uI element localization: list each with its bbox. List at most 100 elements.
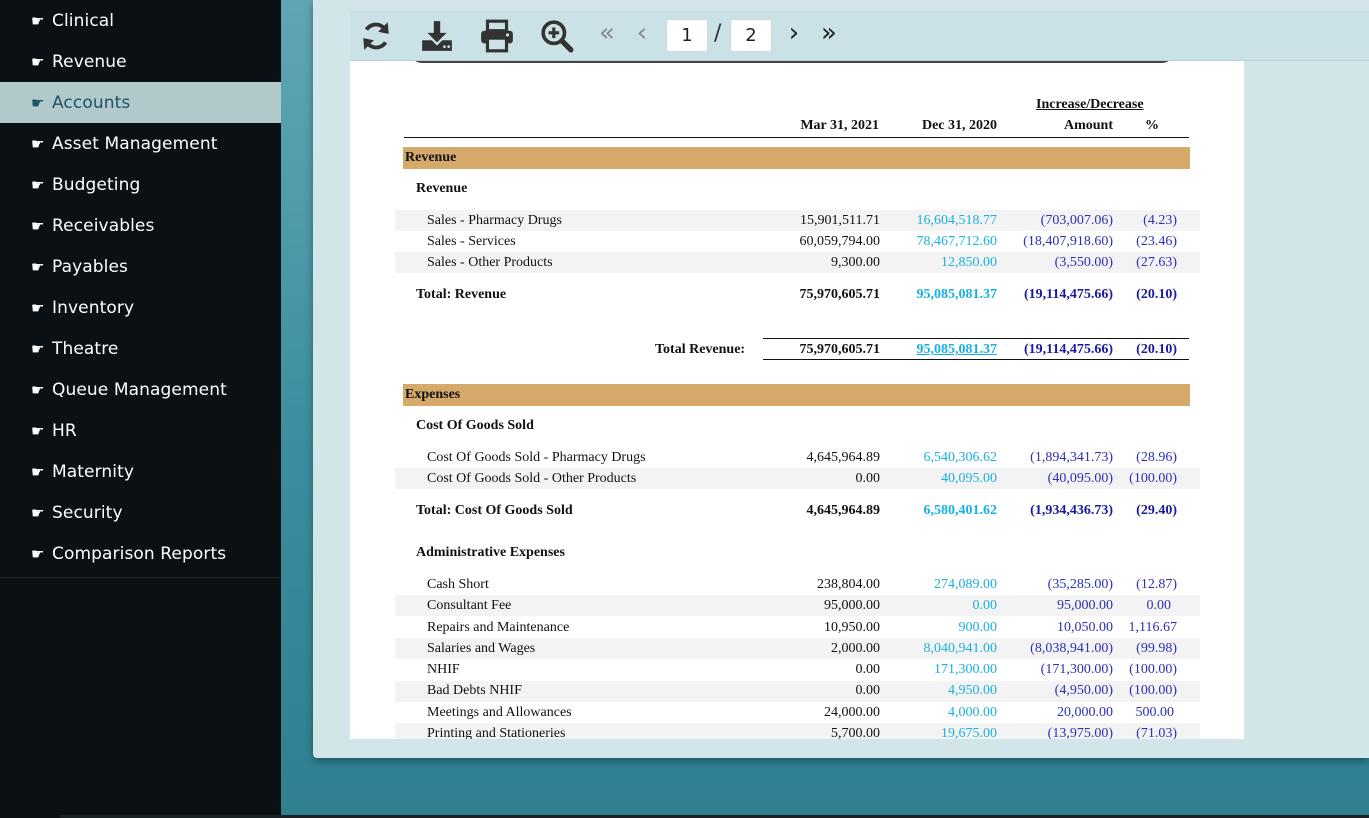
header-rule [404, 137, 1189, 138]
row-name: Sales - Services [427, 234, 516, 249]
row-value-dec: 12,850.00 [941, 255, 997, 270]
row-value-mar: 0.00 [855, 662, 881, 677]
section-band-revenue: Revenue [403, 147, 1190, 169]
sidebar-item-queue-management[interactable]: ☛ Queue Management [0, 369, 281, 410]
pointing-hand-icon: ☛ [31, 544, 45, 563]
pointing-hand-icon: ☛ [31, 257, 45, 276]
row-value-amount: (703,007.06) [1040, 213, 1113, 228]
page-top-border [410, 61, 1174, 63]
pointing-hand-icon: ☛ [31, 175, 45, 194]
row-value-amount: (18,407,918.60) [1023, 234, 1113, 249]
next-page-button[interactable]: › [774, 14, 814, 52]
row-value-amount: (4,950.00) [1054, 683, 1113, 698]
row-value-percent: (27.63) [1136, 255, 1177, 270]
report-page: Mar 31, 2021 Dec 31, 2020 Increase/Decre… [350, 61, 1244, 739]
row-value-mar: 238,804.00 [817, 577, 880, 592]
sidebar-item-budgeting[interactable]: ☛ Budgeting [0, 164, 281, 205]
current-page-input[interactable]: 1 [666, 19, 708, 52]
group-header-cogs: Cost Of Goods Sold [416, 418, 534, 433]
row-value-dec: 171,300.00 [934, 662, 997, 677]
sidebar-item-label: Maternity [52, 461, 135, 482]
previous-page-button[interactable]: ‹ [622, 14, 662, 52]
pointing-hand-icon: ☛ [31, 462, 45, 481]
pointing-hand-icon: ☛ [31, 216, 45, 235]
download-button[interactable] [417, 17, 457, 55]
row-name: Total Revenue: [655, 342, 746, 357]
sidebar-item-label: Security [52, 502, 123, 523]
sidebar-item-label: Receivables [52, 215, 155, 236]
row-value-percent: (28.96) [1136, 450, 1177, 465]
row-value-percent: 0.00 [1146, 598, 1172, 613]
row-value-dec: 8,040,941.00 [923, 641, 998, 656]
pointing-hand-icon: ☛ [31, 421, 45, 440]
sidebar-item-hr[interactable]: ☛ HR [0, 410, 281, 451]
row-value-dec: 4,000.00 [948, 705, 997, 720]
refresh-button[interactable] [356, 17, 396, 55]
grand-total-rule-bottom [763, 359, 1189, 360]
row-value-percent: (29.40) [1136, 503, 1177, 518]
row-value-amount: 20,000.00 [1057, 705, 1113, 720]
chevron-left-icon: ‹ [636, 18, 648, 48]
row-value-mar: 10,950.00 [824, 620, 880, 635]
zoom-in-icon [541, 20, 574, 53]
refresh-icon [363, 22, 389, 50]
row-value-mar: 0.00 [855, 471, 881, 486]
first-page-button[interactable]: « [587, 14, 627, 52]
sidebar-item-asset-management[interactable]: ☛ Asset Management [0, 123, 281, 164]
pointing-hand-icon: ☛ [31, 134, 45, 153]
sidebar-item-theatre[interactable]: ☛ Theatre [0, 328, 281, 369]
sidebar-divider [0, 577, 281, 578]
pointing-hand-icon: ☛ [31, 93, 45, 112]
sidebar-item-label: Payables [52, 256, 129, 277]
sidebar-item-inventory[interactable]: ☛ Inventory [0, 287, 281, 328]
pointing-hand-icon: ☛ [31, 298, 45, 317]
row-value-dec: 40,095.00 [941, 471, 997, 486]
sidebar-item-label: Accounts [52, 92, 131, 113]
sidebar-item-label: Clinical [52, 10, 115, 31]
sidebar-item-payables[interactable]: ☛ Payables [0, 246, 281, 287]
row-value-percent: 500.00 [1135, 705, 1175, 720]
sidebar-item-receivables[interactable]: ☛ Receivables [0, 205, 281, 246]
sidebar-item-label: Inventory [52, 297, 135, 318]
sidebar-item-revenue[interactable]: ☛ Revenue [0, 41, 281, 82]
row-value-mar: 5,700.00 [831, 726, 880, 739]
sidebar-item-comparison-reports[interactable]: ☛ Comparison Reports [0, 533, 281, 574]
row-value-percent: (20.10) [1136, 287, 1177, 302]
row-value-percent: 1,116.67 [1128, 620, 1177, 635]
row-value-dec: 78,467,712.60 [916, 234, 998, 249]
row-value-amount: (3,550.00) [1054, 255, 1113, 270]
row-value-percent: (71.03) [1136, 726, 1177, 739]
row-value-mar: 75,970,605.71 [799, 342, 881, 357]
last-page-button[interactable]: » [809, 14, 849, 52]
grand-total-rule-top [763, 338, 1189, 339]
row-name: Cost Of Goods Sold - Other Products [427, 471, 637, 486]
download-icon [422, 21, 452, 51]
sidebar-item-maternity[interactable]: ☛ Maternity [0, 451, 281, 492]
double-chevron-left-icon: « [599, 18, 615, 48]
print-icon [481, 19, 513, 53]
row-name: Cost Of Goods Sold - Pharmacy Drugs [427, 450, 646, 465]
pointing-hand-icon: ☛ [31, 52, 45, 71]
pointing-hand-icon: ☛ [31, 380, 45, 399]
pointing-hand-icon: ☛ [31, 339, 45, 358]
sidebar-item-security[interactable]: ☛ Security [0, 492, 281, 533]
row-value-percent: (100.00) [1129, 471, 1177, 486]
zoom-in-button[interactable] [537, 17, 577, 55]
row-value-dec: 19,675.00 [941, 726, 997, 739]
sidebar-item-clinical[interactable]: ☛ Clinical [0, 0, 281, 41]
sidebar-item-label: Theatre [52, 338, 119, 359]
row-name: Bad Debts NHIF [427, 683, 522, 698]
row-value-dec: 274,089.00 [934, 577, 997, 592]
row-value-mar: 95,000.00 [824, 598, 880, 613]
row-value-amount: (35,285.00) [1047, 577, 1113, 592]
column-header-dec-2020: Dec 31, 2020 [921, 118, 997, 133]
sidebar-item-label: Comparison Reports [52, 543, 227, 564]
row-value-mar: 75,970,605.71 [799, 287, 881, 302]
column-header-amount: Amount [1063, 118, 1113, 133]
row-name: Consultant Fee [427, 598, 512, 613]
print-button[interactable] [477, 17, 517, 55]
sidebar-item-accounts[interactable]: ☛ Accounts [0, 82, 281, 123]
row-name: Sales - Other Products [427, 255, 553, 270]
group-header-revenue: Revenue [416, 181, 468, 196]
sidebar-item-label: Revenue [52, 51, 127, 72]
